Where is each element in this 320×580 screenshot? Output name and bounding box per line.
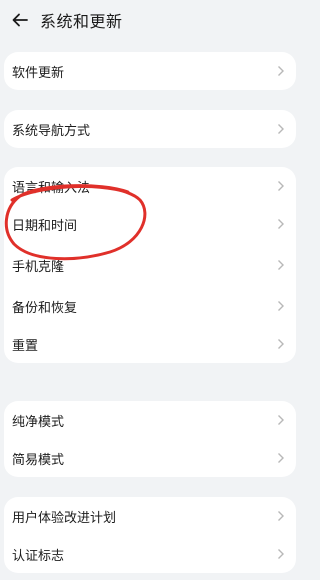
page-title: 系统和更新 xyxy=(40,12,123,31)
chevron-right-icon xyxy=(276,299,286,313)
settings-group-3: 语言和输入法 日期和时间 手机克隆 备份和恢复 重置 xyxy=(4,167,296,363)
chevron-right-icon xyxy=(276,547,286,561)
chevron-right-icon xyxy=(276,122,286,136)
list-item-label: 重置 xyxy=(12,338,39,354)
chevron-right-icon xyxy=(276,64,286,78)
back-arrow-icon xyxy=(12,13,28,27)
backup-restore-item[interactable]: 备份和恢复 xyxy=(4,287,296,325)
chevron-right-icon xyxy=(276,179,286,193)
list-item-label: 系统导航方式 xyxy=(12,123,91,139)
software-update-item[interactable]: 软件更新 xyxy=(4,52,296,90)
language-input-item[interactable]: 语言和输入法 xyxy=(4,167,296,205)
phone-clone-item[interactable]: 手机克隆 xyxy=(4,243,296,287)
chevron-right-icon xyxy=(276,451,286,465)
pure-mode-item[interactable]: 纯净模式 xyxy=(4,401,296,439)
navigation-mode-item[interactable]: 系统导航方式 xyxy=(4,110,296,148)
list-item-label: 认证标志 xyxy=(12,548,65,564)
list-item-label: 软件更新 xyxy=(12,65,65,81)
user-experience-item[interactable]: 用户体验改进计划 xyxy=(4,497,296,535)
list-item-label: 手机克隆 xyxy=(12,259,65,275)
certification-marks-item[interactable]: 认证标志 xyxy=(4,535,296,573)
list-item-label: 纯净模式 xyxy=(12,414,65,430)
chevron-right-icon xyxy=(276,509,286,523)
settings-group-4: 纯净模式 简易模式 xyxy=(4,401,296,477)
list-item-label: 日期和时间 xyxy=(12,218,78,234)
chevron-right-icon xyxy=(276,217,286,231)
settings-group-2: 系统导航方式 xyxy=(4,110,296,148)
list-item-label: 简易模式 xyxy=(12,452,65,468)
list-item-label: 语言和输入法 xyxy=(12,180,91,196)
settings-group-5: 用户体验改进计划 认证标志 xyxy=(4,497,296,573)
list-item-label: 备份和恢复 xyxy=(12,300,78,316)
header-bar: 系统和更新 xyxy=(0,0,300,40)
chevron-right-icon xyxy=(276,413,286,427)
list-item-label: 用户体验改进计划 xyxy=(12,510,117,526)
chevron-right-icon xyxy=(276,337,286,351)
back-button[interactable] xyxy=(6,6,34,34)
simple-mode-item[interactable]: 简易模式 xyxy=(4,439,296,477)
reset-item[interactable]: 重置 xyxy=(4,325,296,363)
settings-group-1: 软件更新 xyxy=(4,52,296,90)
date-time-item[interactable]: 日期和时间 xyxy=(4,205,296,243)
chevron-right-icon xyxy=(276,258,286,272)
